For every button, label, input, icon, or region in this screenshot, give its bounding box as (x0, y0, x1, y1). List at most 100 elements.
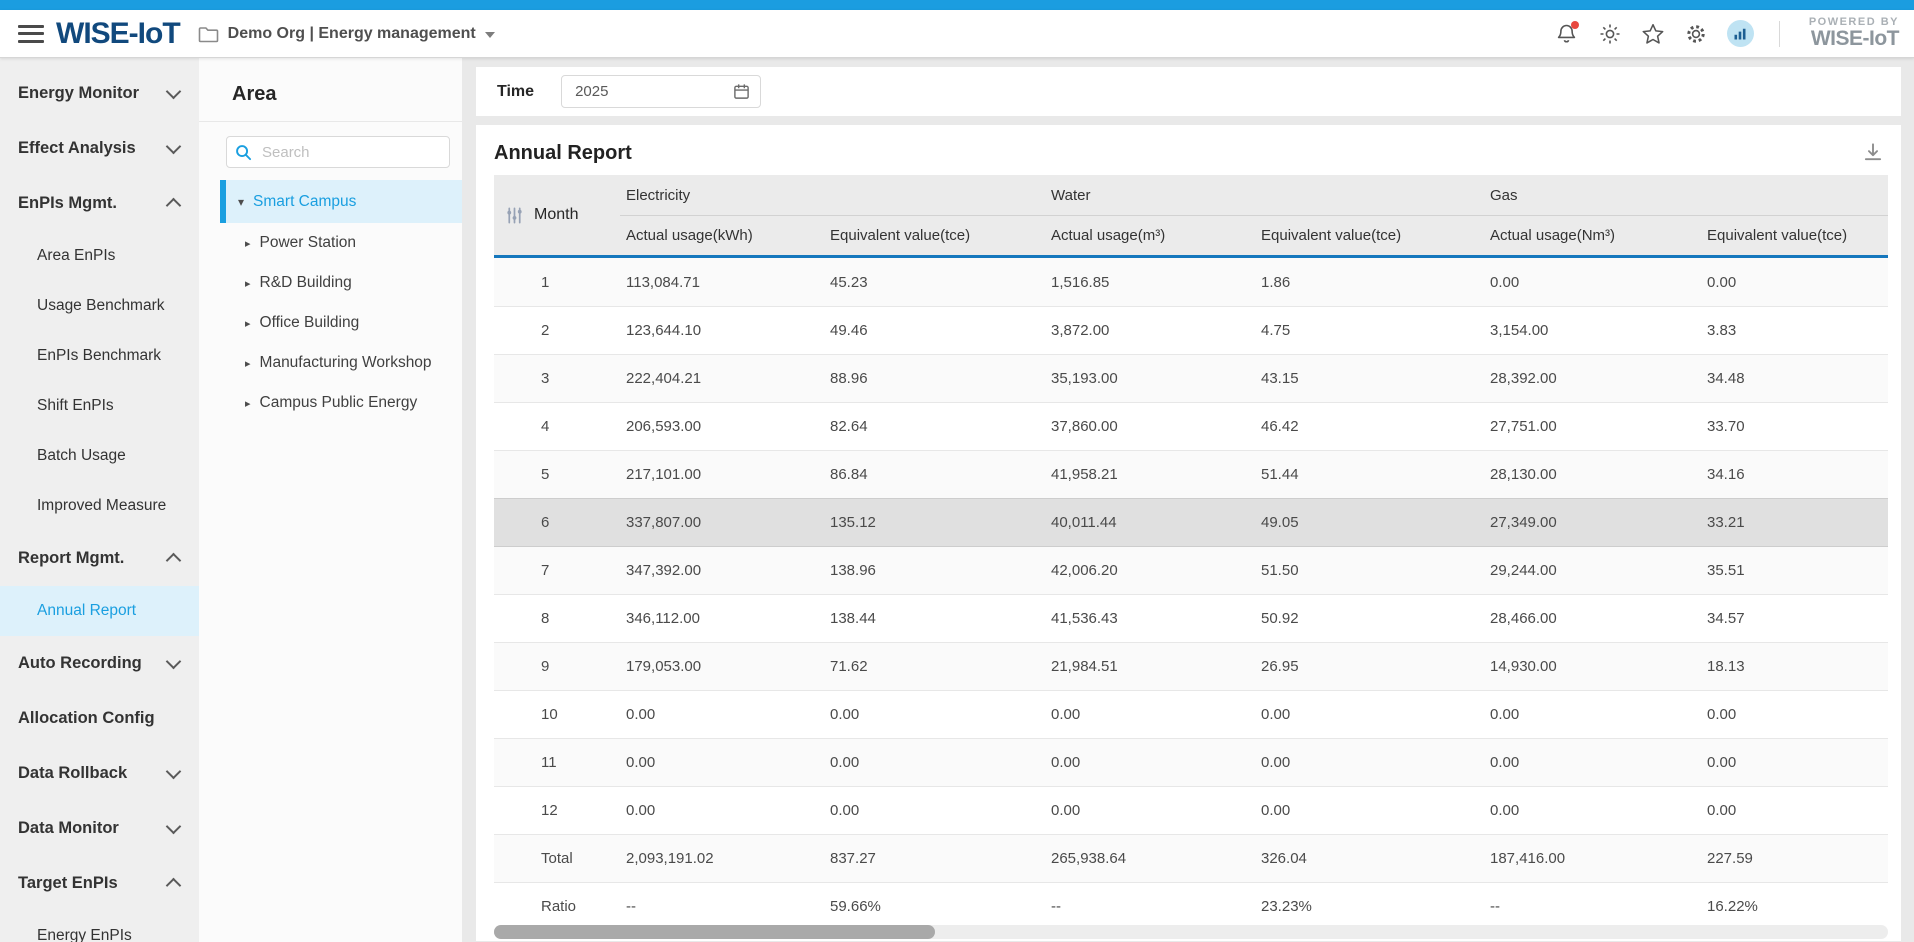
tree-node-smart-campus[interactable]: ▾ Smart Campus (220, 180, 462, 223)
cell-value: 0.00 (620, 706, 824, 723)
cell-value: 27,349.00 (1484, 514, 1701, 531)
horizontal-scrollbar-thumb[interactable] (494, 925, 935, 939)
sidebar-item-shift-enpis[interactable]: Shift EnPIs (0, 381, 199, 431)
cell-value: 26.95 (1255, 658, 1484, 675)
table-row-11[interactable]: 110.000.000.000.000.000.00 (494, 738, 1888, 786)
cell-month: 1 (494, 274, 620, 291)
sidebar-item-label: Target EnPIs (18, 874, 168, 893)
sidebar-item-label: Shift EnPIs (37, 397, 179, 415)
cell-value: 28,392.00 (1484, 370, 1701, 387)
sidebar-item-data-rollback[interactable]: Data Rollback (0, 746, 199, 801)
cell-value: 51.50 (1255, 562, 1484, 579)
cell-value: 0.00 (824, 754, 1045, 771)
cell-value: 0.00 (1255, 754, 1484, 771)
sidebar-item-auto-recording[interactable]: Auto Recording (0, 636, 199, 691)
menu-hamburger-icon[interactable] (18, 23, 44, 45)
table-row-8[interactable]: 8346,112.00138.4441,536.4350.9228,466.00… (494, 594, 1888, 642)
sidebar-item-energy-monitor[interactable]: Energy Monitor (0, 66, 199, 121)
sidebar-item-improved-measure[interactable]: Improved Measure (0, 481, 199, 531)
favorite-star-icon[interactable] (1641, 22, 1665, 46)
cell-value: 34.57 (1701, 610, 1888, 627)
sidebar-item-label: Allocation Config (18, 709, 179, 728)
cell-value: 0.00 (620, 802, 824, 819)
sidebar-item-effect-analysis[interactable]: Effect Analysis (0, 121, 199, 176)
sidebar-item-label: EnPIs Mgmt. (18, 194, 168, 213)
tree-node-label: Smart Campus (253, 193, 356, 211)
sidebar-item-target-enpis[interactable]: Target EnPIs (0, 856, 199, 911)
cell-value: 0.00 (824, 802, 1045, 819)
cell-value: 34.48 (1701, 370, 1888, 387)
sidebar-item-batch-usage[interactable]: Batch Usage (0, 431, 199, 481)
sidebar-item-usage-benchmark[interactable]: Usage Benchmark (0, 281, 199, 331)
powered-by-logo: POWERED BY WISE-IoT (1805, 17, 1899, 51)
cell-value: 28,466.00 (1484, 610, 1701, 627)
horizontal-scrollbar-track[interactable] (494, 925, 1888, 939)
search-input[interactable] (260, 143, 441, 162)
org-selector[interactable]: Demo Org | Energy management (198, 25, 495, 43)
time-picker-value[interactable] (562, 83, 725, 100)
table-row-12[interactable]: 120.000.000.000.000.000.00 (494, 786, 1888, 834)
notifications-bell-icon[interactable] (1555, 22, 1579, 46)
cell-value: 0.00 (824, 706, 1045, 723)
cell-value: 326.04 (1255, 850, 1484, 867)
cell-value: 1.86 (1255, 274, 1484, 291)
table-row-7[interactable]: 7347,392.00138.9642,006.2051.5029,244.00… (494, 546, 1888, 594)
table-row-6[interactable]: 6337,807.00135.1240,011.4449.0527,349.00… (494, 498, 1888, 546)
sidebar-item-data-monitor[interactable]: Data Monitor (0, 801, 199, 856)
sidebar-item-annual-report[interactable]: Annual Report (0, 586, 199, 636)
sidebar-item-enpis-mgmt[interactable]: EnPIs Mgmt. (0, 176, 199, 231)
table-row-1[interactable]: 1113,084.7145.231,516.851.860.000.00 (494, 258, 1888, 306)
time-picker[interactable] (561, 75, 761, 108)
cell-value: 51.44 (1255, 466, 1484, 483)
table-row-10[interactable]: 100.000.000.000.000.000.00 (494, 690, 1888, 738)
sidebar-item-energy-enpis[interactable]: Energy EnPIs (0, 911, 199, 942)
column-settings-icon[interactable] (505, 206, 524, 225)
sidebar-item-enpis-benchmark[interactable]: EnPIs Benchmark (0, 331, 199, 381)
cell-month: 7 (494, 562, 620, 579)
cell-value: 138.44 (824, 610, 1045, 627)
user-avatar[interactable] (1727, 20, 1754, 47)
cell-value: 3,154.00 (1484, 322, 1701, 339)
area-search (226, 136, 450, 168)
table-row-5[interactable]: 5217,101.0086.8441,958.2151.4428,130.003… (494, 450, 1888, 498)
sidebar-item-allocation-config[interactable]: Allocation Config (0, 691, 199, 746)
brightness-icon[interactable] (1598, 22, 1622, 46)
cell-value: 33.21 (1701, 514, 1888, 531)
app-header: WISE-IoT Demo Org | Energy management (0, 10, 1914, 58)
download-icon[interactable] (1862, 141, 1884, 163)
tree-node-campus-public-energy[interactable]: ▸Campus Public Energy (199, 383, 462, 423)
cell-value: 337,807.00 (620, 514, 824, 531)
chevron-down-icon (166, 819, 182, 835)
sidebar-item-area-enpis[interactable]: Area EnPIs (0, 231, 199, 281)
chevron-up-icon (166, 878, 182, 894)
table-row-ratio[interactable]: Ratio--59.66%--23.23%--16.22% (494, 882, 1888, 930)
cell-month: 9 (494, 658, 620, 675)
tree-node-r-d-building[interactable]: ▸R&D Building (199, 263, 462, 303)
table-row-total[interactable]: Total2,093,191.02837.27265,938.64326.041… (494, 834, 1888, 882)
sidebar-item-report-mgmt[interactable]: Report Mgmt. (0, 531, 199, 586)
cell-value: 86.84 (824, 466, 1045, 483)
chevron-up-icon (166, 553, 182, 569)
cell-value: 113,084.71 (620, 274, 824, 291)
sidebar-item-label: Data Monitor (18, 819, 168, 838)
avatar-chart-icon (1733, 27, 1747, 41)
tree-node-office-building[interactable]: ▸Office Building (199, 303, 462, 343)
cell-month: 3 (494, 370, 620, 387)
table-row-2[interactable]: 2123,644.1049.463,872.004.753,154.003.83 (494, 306, 1888, 354)
search-icon[interactable] (235, 144, 252, 161)
tree-node-power-station[interactable]: ▸Power Station (199, 223, 462, 263)
cell-value: 49.46 (824, 322, 1045, 339)
cell-month: 5 (494, 466, 620, 483)
settings-gear-icon[interactable] (1684, 22, 1708, 46)
table-row-4[interactable]: 4206,593.0082.6437,860.0046.4227,751.003… (494, 402, 1888, 450)
tree-node-manufacturing-workshop[interactable]: ▸Manufacturing Workshop (199, 343, 462, 383)
cell-value: 179,053.00 (620, 658, 824, 675)
table-row-9[interactable]: 9179,053.0071.6221,984.5126.9514,930.001… (494, 642, 1888, 690)
cell-month: 10 (494, 706, 620, 723)
tree-node-label: Office Building (260, 314, 360, 332)
table-body: 1113,084.7145.231,516.851.860.000.002123… (494, 258, 1888, 930)
content-area: Time Annual Report (462, 58, 1914, 942)
cell-value: 0.00 (1701, 754, 1888, 771)
chevron-down-icon (166, 654, 182, 670)
table-row-3[interactable]: 3222,404.2188.9635,193.0043.1528,392.003… (494, 354, 1888, 402)
